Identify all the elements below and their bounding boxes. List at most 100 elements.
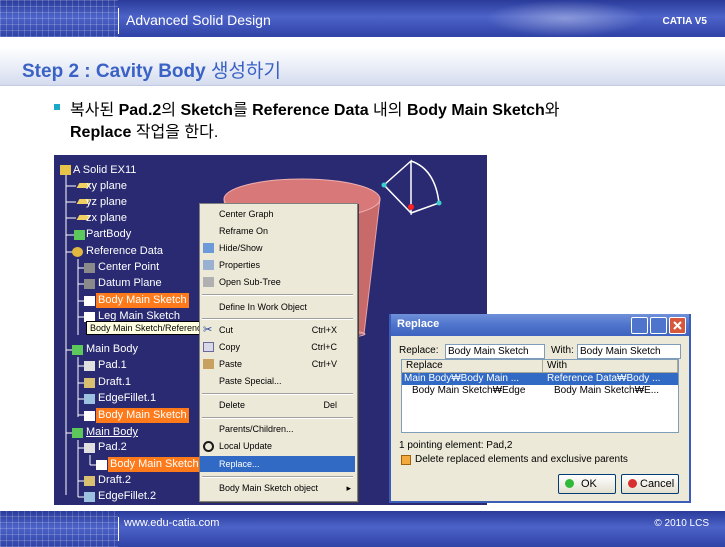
menu-item-object-submenu[interactable]: Body Main Sketch object ▸	[200, 480, 355, 496]
pad-icon	[84, 443, 95, 453]
fillet-icon	[84, 492, 95, 502]
tree-body-main-sketch-ref[interactable]: Body Main Sketch	[96, 293, 189, 308]
tree-yz-plane[interactable]: yz plane	[86, 195, 127, 210]
properties-icon	[203, 260, 214, 270]
tree-draft-2[interactable]: Draft.2	[98, 473, 131, 488]
fillet-icon	[84, 394, 95, 404]
tree-edgefillet-1[interactable]: EdgeFillet.1	[98, 391, 156, 406]
ok-button[interactable]: OK	[558, 474, 616, 494]
column-header-replace[interactable]: Replace	[402, 360, 543, 373]
tree-pad-2[interactable]: Pad.2	[98, 440, 127, 455]
tree-edgefillet-2[interactable]: EdgeFillet.2	[98, 489, 156, 504]
desc-bold: Replace	[70, 124, 132, 141]
tree-main-body-2[interactable]: Main Body	[86, 425, 138, 440]
menu-item-properties[interactable]: Properties	[200, 257, 355, 273]
menu-separator	[202, 318, 353, 320]
desc-bold: Sketch	[180, 102, 233, 119]
tree-draft-1[interactable]: Draft.1	[98, 375, 131, 390]
tree-body-main-sketch-pad2[interactable]: Body Main Sketch	[108, 457, 201, 472]
menu-item-center-graph[interactable]: Center Graph	[200, 206, 355, 222]
ok-label: OK	[581, 478, 597, 490]
header-title: Advanced Solid Design	[126, 12, 271, 28]
header-bar: Advanced Solid Design CATIA V5	[0, 0, 725, 37]
hide-show-icon	[203, 243, 214, 253]
menu-label: Paste	[219, 359, 243, 369]
menu-separator	[202, 393, 353, 395]
tree-root[interactable]: A Solid EX11	[73, 163, 136, 178]
tree-body-main-sketch-main[interactable]: Body Main Sketch	[96, 408, 189, 423]
menu-label: Delete	[219, 400, 246, 410]
cell-replace: Main Body₩Body Main ...	[404, 373, 520, 384]
menu-label: Paste Special...	[219, 376, 282, 386]
close-icon[interactable]	[669, 317, 686, 334]
menu-label: Local Update	[219, 441, 273, 451]
menu-item-copy[interactable]: Copy Ctrl+C	[200, 339, 355, 355]
tree-zx-plane[interactable]: zx plane	[86, 211, 127, 226]
tree-reference-data[interactable]: Reference Data	[86, 244, 163, 259]
menu-item-define-in-work-object[interactable]: Define In Work Object	[200, 299, 355, 315]
menu-item-cut[interactable]: ✂ Cut Ctrl+X	[200, 322, 355, 338]
menu-shortcut: Ctrl+X	[311, 325, 337, 335]
menu-item-hide-show[interactable]: Hide/Show	[200, 240, 355, 256]
delete-replaced-checkbox[interactable]	[401, 455, 411, 465]
desc-bold: Body Main Sketch	[406, 102, 545, 119]
menu-item-parents-children[interactable]: Parents/Children...	[200, 421, 355, 437]
tree-main-body-1[interactable]: Main Body	[86, 342, 138, 357]
footer-url[interactable]: www.edu-catia.com	[124, 517, 219, 529]
menu-separator	[202, 294, 353, 296]
tree-partbody[interactable]: PartBody	[86, 227, 131, 242]
bullet-icon	[54, 104, 60, 110]
part-icon	[60, 165, 71, 175]
menu-item-delete[interactable]: Delete Del	[200, 397, 355, 413]
draft-icon	[84, 476, 95, 486]
tree-datum-plane[interactable]: Datum Plane	[98, 276, 162, 291]
cancel-label: Cancel	[640, 478, 675, 490]
menu-item-local-update[interactable]: Local Update	[200, 438, 355, 454]
menu-shortcut: Ctrl+C	[311, 342, 337, 352]
menu-label: Reframe On	[219, 226, 269, 236]
menu-item-open-subtree[interactable]: Open Sub-Tree	[200, 274, 355, 290]
sketch-icon	[84, 411, 95, 421]
minimize-icon[interactable]	[631, 317, 648, 334]
list-row[interactable]: Body Main Sketch₩Edge Body Main Sketch₩E…	[402, 385, 678, 397]
cancel-button[interactable]: Cancel	[621, 474, 679, 494]
menu-item-paste[interactable]: Paste Ctrl+V	[200, 356, 355, 372]
menu-separator	[202, 417, 353, 419]
dialog-titlebar[interactable]: Replace	[391, 314, 689, 336]
menu-item-paste-special[interactable]: Paste Special...	[200, 373, 355, 389]
copy-icon	[203, 342, 214, 352]
tree-center-point[interactable]: Center Point	[98, 260, 159, 275]
menu-label: Open Sub-Tree	[219, 277, 281, 287]
cell-with: Reference Data₩Body ...	[547, 373, 661, 384]
step-title-en: Step 2 : Cavity Body	[22, 61, 206, 82]
step-title: Step 2 : Cavity Body 생성하기	[22, 56, 281, 83]
cancel-icon	[628, 479, 637, 488]
footer-pattern	[0, 511, 118, 547]
step-title-ko: 생성하기	[211, 61, 281, 82]
menu-separator	[202, 476, 353, 478]
tree-tooltip: Body Main Sketch/Reference	[86, 321, 211, 335]
instruction-text: 복사된 Pad.2의 Sketch를 Reference Data 내의 Bod…	[70, 100, 690, 144]
menu-label: Define In Work Object	[219, 302, 307, 312]
footer-divider	[118, 517, 119, 541]
menu-label: Center Graph	[219, 209, 274, 219]
menu-label: Parents/Children...	[219, 424, 294, 434]
menu-shortcut: Del	[323, 400, 337, 410]
column-header-with[interactable]: With	[543, 360, 678, 373]
replace-list: Replace With Main Body₩Body Main ... Ref…	[401, 359, 679, 433]
menu-item-replace[interactable]: Replace...	[200, 456, 355, 472]
tree-xy-plane[interactable]: xy plane	[86, 179, 127, 194]
tree-pad-1[interactable]: Pad.1	[98, 358, 127, 373]
pointing-element-status: 1 pointing element: Pad,2	[399, 440, 513, 451]
scissors-icon: ✂	[203, 324, 213, 336]
footer-copyright: © 2010 LCS	[654, 518, 709, 529]
pad-icon	[84, 361, 95, 371]
with-field[interactable]: Body Main Sketch	[577, 344, 681, 359]
body-icon	[74, 230, 85, 240]
replace-field[interactable]: Body Main Sketch	[445, 344, 545, 359]
maximize-icon[interactable]	[650, 317, 667, 334]
list-row[interactable]: Main Body₩Body Main ... Reference Data₩B…	[402, 373, 678, 385]
menu-item-reframe-on[interactable]: Reframe On	[200, 223, 355, 239]
delete-replaced-label: Delete replaced elements and exclusive p…	[415, 454, 628, 465]
menu-label: Cut	[219, 325, 234, 335]
